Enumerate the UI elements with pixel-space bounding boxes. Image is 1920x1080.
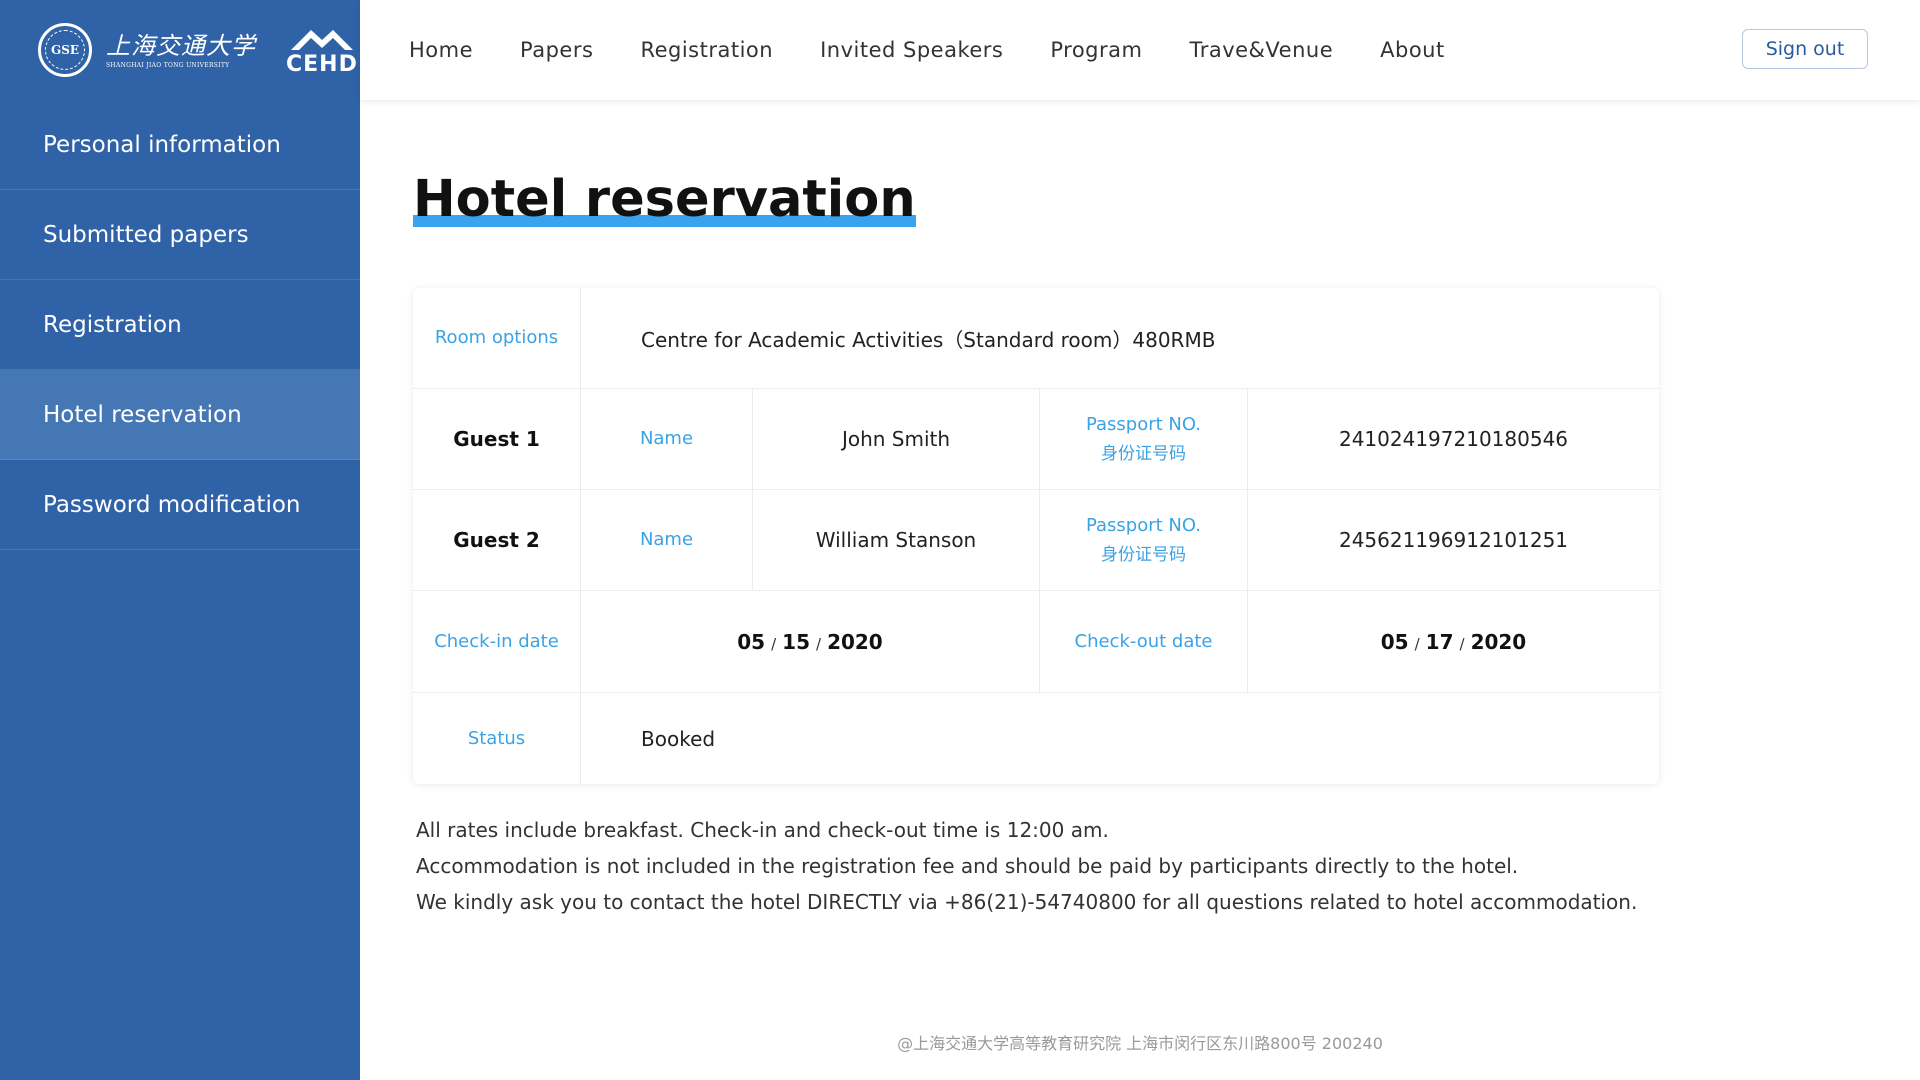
check-out-day: 17 [1425,629,1454,654]
note-line: We kindly ask you to contact the hotel D… [416,890,1638,914]
check-in-label: Check-in date [434,630,559,652]
guest-1-passport: 241024197210180546 [1338,427,1569,451]
nav-registration[interactable]: Registration [640,38,773,62]
dates-row: Check-in date 05/15/2020 Check-out date … [413,591,1659,693]
status-badge: Booked [641,726,716,751]
check-in-month: 05 [737,629,766,654]
guest-1-passport-label: Passport NO. [1085,414,1202,435]
reservation-notes: All rates include breakfast. Check-in an… [416,812,1637,920]
guest-2-passport: 245621196912101251 [1338,528,1569,552]
check-in-date: 05/15/2020 [737,629,883,654]
check-out-date: 05/17/2020 [1380,629,1527,654]
guest-2-passport-label-cn: 身份证号码 [1101,545,1186,565]
top-nav: Home Papers Registration Invited Speaker… [409,38,1492,62]
university-name: 上海交通大学 SHANGHAI JIAO TONG UNIVERSITY [106,32,256,69]
page-title-wrap: Hotel reservation [413,170,916,229]
note-line: All rates include breakfast. Check-in an… [416,818,1109,842]
status-label: Status [467,727,526,749]
top-navbar: Home Papers Registration Invited Speaker… [360,0,1920,100]
table-row: Guest 2 Name William Stanson Passport NO… [413,490,1659,591]
footer: @上海交通大学高等教育研究院 上海市闵行区东川路800号 200240 [897,1034,1383,1053]
logo-area[interactable]: GSE 上海交通大学 SHANGHAI JIAO TONG UNIVERSITY… [0,0,360,100]
check-out-year: 2020 [1470,629,1527,654]
guest-2-name-label: Name [639,529,694,550]
sidebar-item-hotel-reservation[interactable]: Hotel reservation [0,370,360,460]
seal-text: GSE [50,43,80,57]
status-row: Status Booked [413,693,1659,784]
guest-1-name: John Smith [841,427,951,451]
nav-papers[interactable]: Papers [520,38,593,62]
check-in-day: 15 [782,629,810,654]
note-line: Accommodation is not included in the reg… [416,854,1519,878]
nav-home[interactable]: Home [409,38,473,62]
university-name-cn: 上海交通大学 [106,31,256,60]
sidebar: GSE 上海交通大学 SHANGHAI JIAO TONG UNIVERSITY… [0,0,360,1080]
reservation-card: Room options Centre for Academic Activit… [413,288,1659,784]
sidebar-item-personal-information[interactable]: Personal information [0,100,360,190]
guest-2-passport-label: Passport NO. [1085,515,1202,536]
room-options-value: Centre for Academic Activities（Standard … [641,327,1216,352]
nav-about[interactable]: About [1380,38,1445,62]
guest-2-name: William Stanson [815,528,977,552]
university-name-en: SHANGHAI JIAO TONG UNIVERSITY [106,61,230,69]
cehd-text: CEHD [286,52,358,77]
guest-2-title: Guest 2 [453,528,540,552]
cehd-logo: CEHD [286,24,358,76]
sidebar-nav: Personal information Submitted papers Re… [0,100,360,550]
page-title: Hotel reservation [413,170,916,229]
check-out-month: 05 [1380,629,1409,654]
room-options-label: Room options [434,327,559,348]
nav-program[interactable]: Program [1050,38,1142,62]
check-out-label: Check-out date [1074,630,1213,652]
guest-1-passport-label-cn: 身份证号码 [1101,444,1186,464]
university-seal-logo: GSE [38,23,92,77]
sidebar-item-password-modification[interactable]: Password modification [0,460,360,550]
sign-out-button[interactable]: Sign out [1742,29,1868,69]
house-roof-icon [290,30,353,50]
sidebar-item-submitted-papers[interactable]: Submitted papers [0,190,360,280]
check-in-year: 2020 [827,629,883,654]
table-row: Guest 1 Name John Smith Passport NO. 身份证… [413,389,1659,490]
guest-1-title: Guest 1 [453,427,540,451]
nav-invited-speakers[interactable]: Invited Speakers [820,38,1003,62]
sidebar-item-registration[interactable]: Registration [0,280,360,370]
room-options-row: Room options Centre for Academic Activit… [413,288,1659,389]
guest-1-name-label: Name [639,428,694,449]
nav-travel-venue[interactable]: Trave&Venue [1189,38,1333,62]
